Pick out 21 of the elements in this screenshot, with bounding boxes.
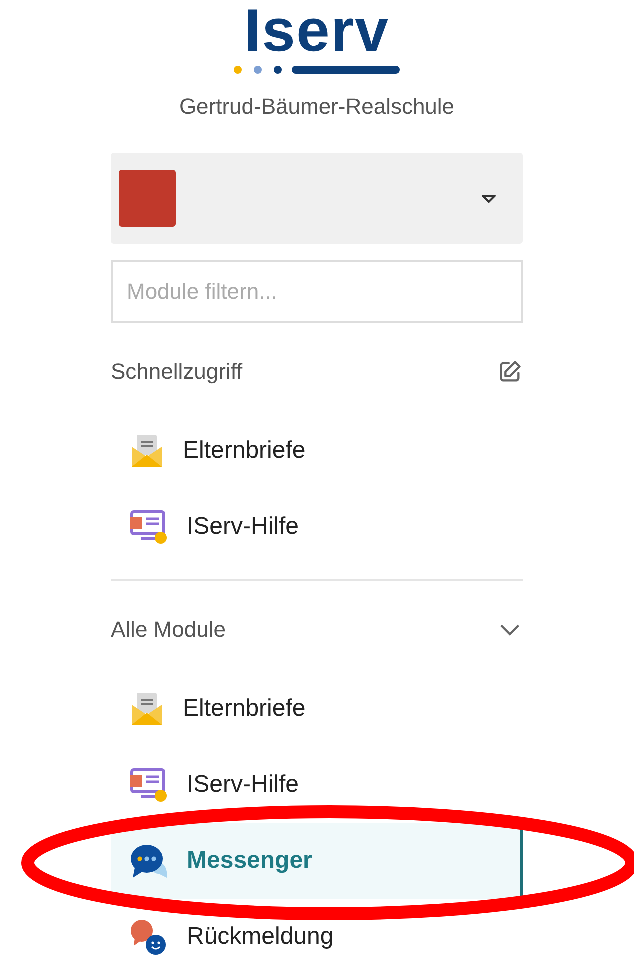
module-link[interactable]: Rückmeldung xyxy=(111,899,523,956)
chat-bubble-icon xyxy=(129,842,169,880)
envelope-letter-icon xyxy=(129,433,165,469)
logo-wordmark: Iserv xyxy=(244,2,390,60)
logo-dots-bar-icon xyxy=(232,64,402,76)
avatar-block xyxy=(119,170,176,227)
school-name: Gertrud-Bäumer-Realschule xyxy=(178,94,456,120)
module-filter-field[interactable]: Module filtern... xyxy=(111,260,523,323)
module-link[interactable]: Elternbriefe xyxy=(111,413,523,489)
module-link[interactable]: Messenger xyxy=(111,823,523,899)
faces-feedback-icon xyxy=(129,918,169,956)
monitor-help-icon xyxy=(129,509,169,545)
section-title: Schnellzugriff xyxy=(111,359,243,385)
module-link[interactable]: Elternbriefe xyxy=(111,671,523,747)
envelope-letter-icon xyxy=(129,691,165,727)
module-link[interactable]: IServ-Hilfe xyxy=(111,489,523,565)
monitor-help-icon xyxy=(129,767,169,803)
account-dropdown[interactable] xyxy=(111,153,523,244)
module-link[interactable]: IServ-Hilfe xyxy=(111,747,523,823)
section-title: Alle Module xyxy=(111,617,226,643)
caret-icon xyxy=(481,194,497,204)
